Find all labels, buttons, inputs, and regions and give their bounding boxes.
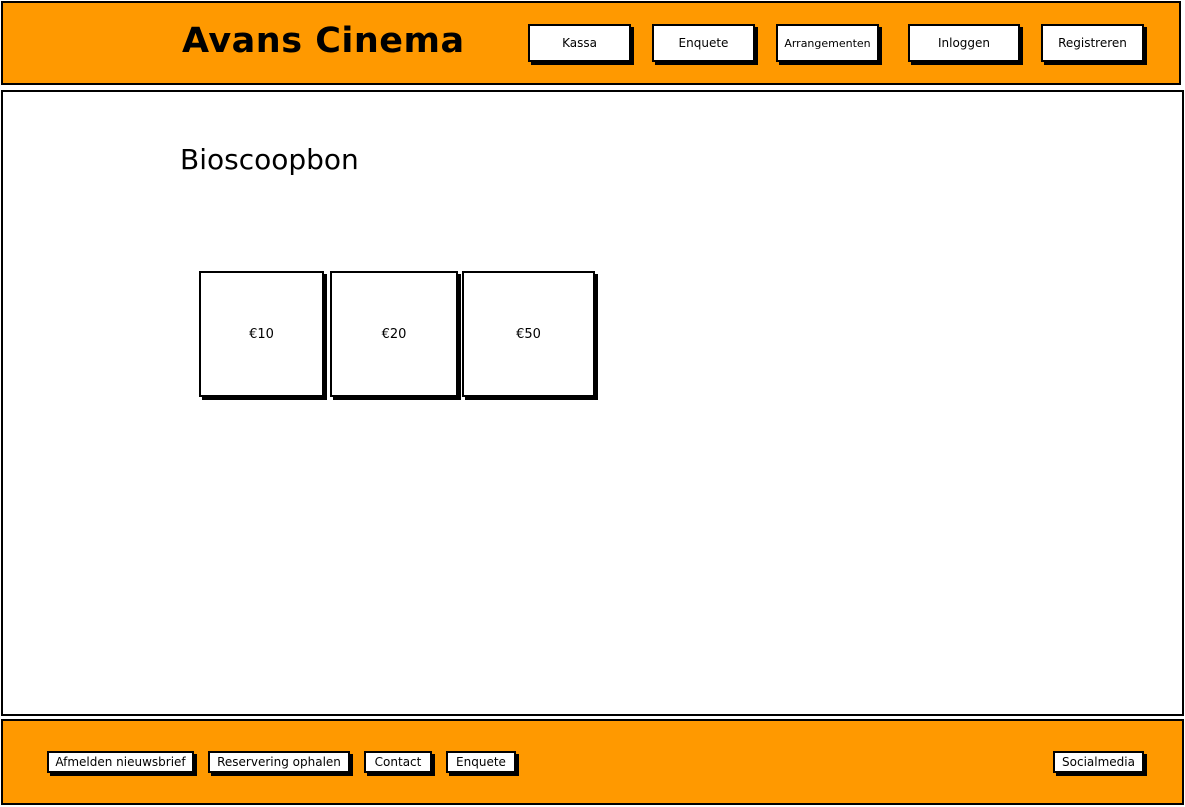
footer-reservering-ophalen-link[interactable]: Reservering ophalen xyxy=(208,751,350,773)
footer-enquete-link[interactable]: Enquete xyxy=(446,751,516,773)
page-title: Bioscoopbon xyxy=(180,143,359,176)
footer-afmelden-nieuwsbrief-link[interactable]: Afmelden nieuwsbrief xyxy=(47,751,194,773)
nav-enquete-button[interactable]: Enquete xyxy=(652,24,755,62)
voucher-10-button[interactable]: €10 xyxy=(199,271,324,397)
voucher-20-button[interactable]: €20 xyxy=(330,271,458,397)
main-content xyxy=(1,90,1184,716)
nav-inloggen-button[interactable]: Inloggen xyxy=(908,24,1020,62)
site-logo[interactable]: Avans Cinema xyxy=(182,24,465,59)
page: Avans Cinema Kassa Enquete Arrangementen… xyxy=(0,0,1185,807)
nav-kassa-button[interactable]: Kassa xyxy=(528,24,631,62)
nav-arrangementen-button[interactable]: Arrangementen xyxy=(776,24,879,62)
footer-contact-link[interactable]: Contact xyxy=(364,751,432,773)
voucher-50-button[interactable]: €50 xyxy=(462,271,595,397)
footer-socialmedia-link[interactable]: Socialmedia xyxy=(1053,751,1144,773)
nav-registreren-button[interactable]: Registreren xyxy=(1041,24,1144,62)
